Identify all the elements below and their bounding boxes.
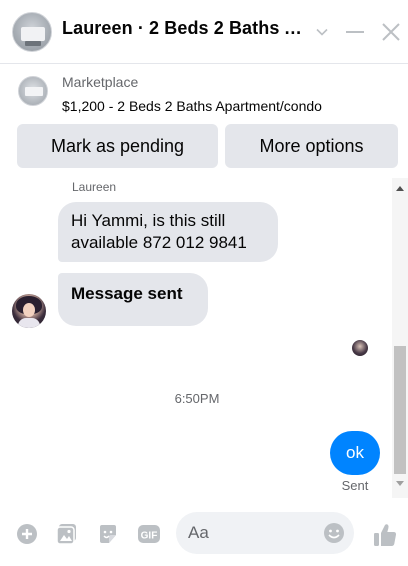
emoji-icon[interactable]	[322, 521, 346, 545]
listing-title[interactable]: $1,200 - 2 Beds 2 Baths Apartment/condo	[62, 98, 322, 114]
mark-as-pending-button[interactable]: Mark as pending	[17, 124, 218, 168]
scroll-up-arrow-icon[interactable]	[396, 186, 404, 191]
sender-name: Laureen	[72, 180, 117, 194]
sticker-icon[interactable]	[96, 522, 120, 546]
scrollbar[interactable]	[392, 178, 408, 498]
plus-icon[interactable]	[15, 522, 39, 546]
marketplace-label: Marketplace	[62, 74, 139, 90]
close-icon[interactable]	[377, 18, 405, 46]
gif-icon[interactable]: GIF	[137, 522, 161, 546]
minimize-icon[interactable]	[341, 18, 369, 46]
message-timestamp: 6:50PM	[174, 391, 220, 406]
contact-avatar[interactable]	[12, 294, 46, 328]
composer: GIF	[0, 498, 408, 566]
incoming-message[interactable]: Message sent	[58, 273, 208, 326]
more-options-button[interactable]: More options	[225, 124, 398, 168]
svg-text:GIF: GIF	[141, 531, 158, 542]
chat-title[interactable]: Laureen · 2 Beds 2 Baths A...	[62, 18, 312, 39]
message-list[interactable]: Laureen Hi Yammi, is this still availabl…	[0, 178, 408, 498]
seen-indicator-avatar	[352, 340, 368, 356]
sent-status: Sent	[341, 478, 369, 493]
scrollbar-thumb[interactable]	[394, 346, 406, 474]
chevron-down-icon[interactable]	[308, 18, 336, 46]
thumbs-up-icon[interactable]	[370, 520, 400, 550]
chat-header: Laureen · 2 Beds 2 Baths A...	[0, 0, 408, 64]
incoming-message[interactable]: Hi Yammi, is this still available 872 01…	[58, 202, 278, 262]
outgoing-message[interactable]: ok	[330, 431, 380, 475]
listing-avatar[interactable]	[12, 12, 52, 52]
message-input-container[interactable]	[176, 512, 354, 554]
image-icon[interactable]	[55, 522, 79, 546]
scroll-down-arrow-icon[interactable]	[396, 481, 404, 486]
listing-thumbnail[interactable]	[18, 76, 48, 106]
marketplace-card: Marketplace $1,200 - 2 Beds 2 Baths Apar…	[0, 64, 408, 178]
message-input[interactable]	[188, 512, 318, 554]
